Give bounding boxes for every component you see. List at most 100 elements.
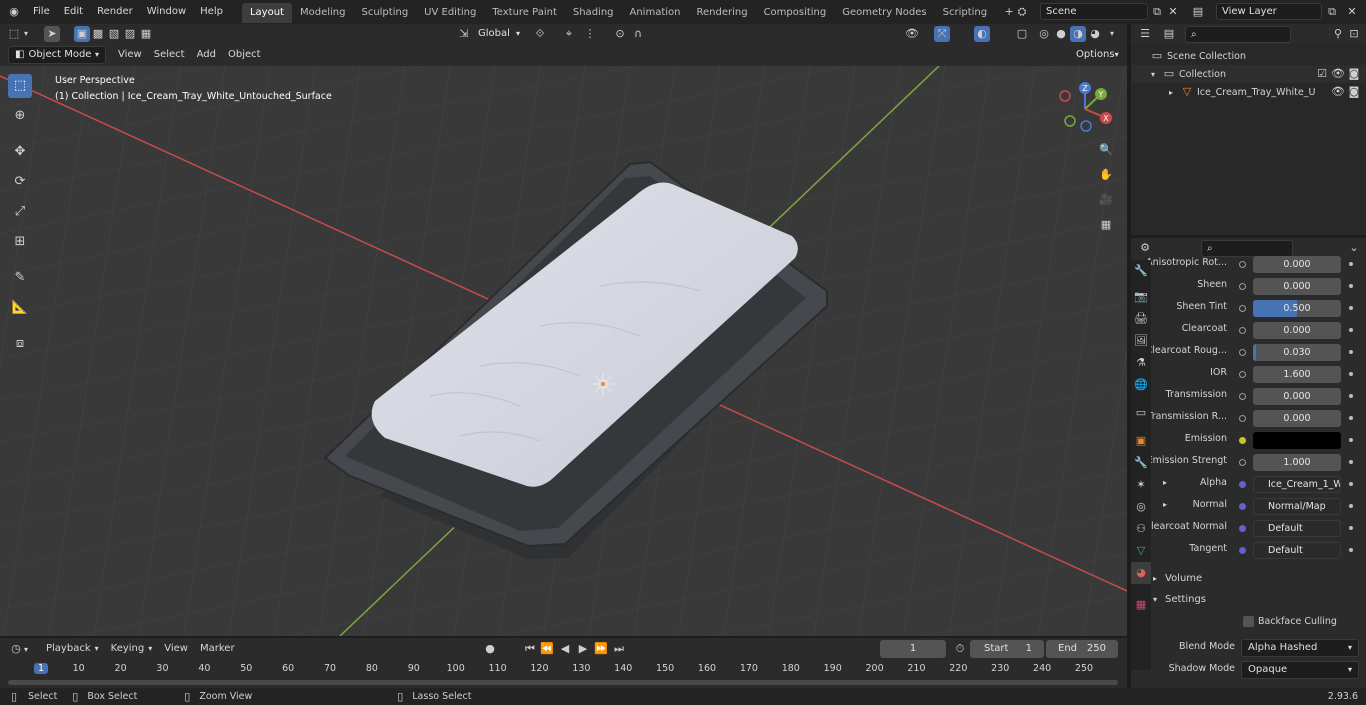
transform-orientation-dropdown[interactable]: Global ▾: [472, 25, 524, 43]
chevron-down-icon[interactable]: ▾: [22, 26, 30, 42]
menu-help[interactable]: Help: [193, 0, 230, 24]
display-mode-icon[interactable]: ▤: [1161, 26, 1177, 42]
eye-icon[interactable]: 👁: [1330, 84, 1346, 100]
select-tool-icon[interactable]: ➤: [44, 26, 60, 42]
keyframe-dot-icon[interactable]: [1349, 460, 1353, 464]
grid-perspective-icon[interactable]: ▦: [1098, 217, 1114, 233]
tab-uv-editing[interactable]: UV Editing: [416, 3, 484, 23]
vector-socket-icon[interactable]: [1239, 525, 1246, 532]
property-field[interactable]: 0.000: [1253, 256, 1341, 273]
pivot-point-icon[interactable]: ⟐: [532, 26, 548, 42]
property-field[interactable]: 0.000: [1253, 410, 1341, 427]
keyframe-dot-icon[interactable]: [1349, 416, 1353, 420]
keyframe-dot-icon[interactable]: [1349, 482, 1353, 486]
tab-rendering[interactable]: Rendering: [688, 3, 755, 23]
tab-sculpting[interactable]: Sculpting: [353, 3, 416, 23]
shading-options-icon[interactable]: ▾: [1104, 26, 1120, 42]
viewport-menu-add[interactable]: Add: [191, 46, 222, 64]
tab-texture-paint[interactable]: Texture Paint: [484, 3, 565, 23]
physics-tab-icon[interactable]: ◎: [1131, 496, 1151, 518]
property-field[interactable]: [1253, 432, 1341, 449]
solid-shading-icon[interactable]: ●: [1053, 26, 1069, 42]
color-socket-icon[interactable]: [1239, 437, 1246, 444]
camera-icon[interactable]: 🎥: [1098, 192, 1114, 208]
outliner-row-scene-collection[interactable]: ▭ Scene Collection: [1131, 47, 1366, 65]
property-field[interactable]: 0.000: [1253, 322, 1341, 339]
scene-tab-icon[interactable]: ⚗: [1131, 352, 1151, 374]
pan-hand-icon[interactable]: ✋: [1098, 167, 1114, 183]
scale-tool[interactable]: ⤢: [8, 200, 32, 224]
select-invert-icon[interactable]: ▨: [122, 26, 138, 42]
play-reverse-icon[interactable]: ◀: [557, 641, 573, 657]
select-subtract-icon[interactable]: ▧: [106, 26, 122, 42]
property-field[interactable]: 0.000: [1253, 278, 1341, 295]
select-new-icon[interactable]: ▣: [74, 26, 90, 42]
outliner-row-object[interactable]: ▸ ▽ Ice_Cream_Tray_White_U 👁 ◙: [1131, 83, 1366, 101]
start-frame-field[interactable]: Start 1: [970, 640, 1044, 658]
property-field[interactable]: 1.000: [1253, 454, 1341, 471]
timeline-menu-keying[interactable]: Keying ▾: [105, 640, 159, 658]
jump-start-icon[interactable]: ⏮: [522, 641, 538, 657]
data-tab-icon[interactable]: ▽: [1131, 540, 1151, 562]
annotate-tool[interactable]: ✎: [8, 266, 32, 290]
filter-icon[interactable]: ⚲: [1330, 26, 1346, 42]
property-field[interactable]: Default: [1253, 542, 1341, 559]
next-keyframe-icon[interactable]: ⏩: [593, 641, 609, 657]
select-extend-icon[interactable]: ▩: [90, 26, 106, 42]
play-icon[interactable]: ▶: [575, 641, 591, 657]
proportional-edit-icon[interactable]: ⊙: [612, 26, 628, 42]
measure-tool[interactable]: 📐: [8, 296, 32, 320]
record-icon[interactable]: ●: [482, 641, 498, 657]
viewport-menu-object[interactable]: Object: [222, 46, 267, 64]
texture-tab-icon[interactable]: ▦: [1131, 594, 1151, 616]
output-tab-icon[interactable]: 🖨: [1131, 308, 1151, 330]
particles-tab-icon[interactable]: ✶: [1131, 474, 1151, 496]
backface-culling-checkbox[interactable]: Backface Culling: [1243, 616, 1337, 627]
chevron-right-icon[interactable]: ▸: [1163, 500, 1167, 509]
add-cube-tool[interactable]: ⧈: [8, 332, 32, 356]
timeline-menu-view[interactable]: View: [158, 640, 194, 658]
chevron-down-icon[interactable]: ▾: [24, 645, 34, 654]
keyframe-dot-icon[interactable]: [1349, 548, 1353, 552]
wireframe-shading-icon[interactable]: ◎: [1036, 26, 1052, 42]
material-shading-icon[interactable]: ◑: [1070, 26, 1086, 42]
tab-compositing[interactable]: Compositing: [756, 3, 835, 23]
vector-socket-icon[interactable]: [1239, 503, 1246, 510]
timeline-menu-marker[interactable]: Marker: [194, 640, 241, 658]
outliner-row-collection[interactable]: ▾ ▭ Collection ☑ 👁 ◙: [1131, 65, 1366, 83]
camera-render-icon[interactable]: ◙: [1346, 84, 1362, 100]
tab-geometry-nodes[interactable]: Geometry Nodes: [834, 3, 934, 23]
move-tool[interactable]: ✥: [8, 140, 32, 164]
keyframe-dot-icon[interactable]: [1349, 394, 1353, 398]
socket-icon[interactable]: [1239, 459, 1246, 466]
outliner-search-input[interactable]: ⌕: [1185, 25, 1291, 43]
current-frame-field[interactable]: 1: [880, 640, 946, 658]
xray-toggle-icon[interactable]: ▢: [1014, 26, 1030, 42]
object-tab-icon[interactable]: ▣: [1131, 430, 1151, 452]
keyframe-dot-icon[interactable]: [1349, 306, 1353, 310]
menu-edit[interactable]: Edit: [57, 0, 90, 24]
material-tab-icon[interactable]: ◕: [1131, 562, 1151, 584]
keyframe-dot-icon[interactable]: [1349, 372, 1353, 376]
vector-socket-icon[interactable]: [1239, 481, 1246, 488]
tool-tab-icon[interactable]: 🔧: [1131, 260, 1151, 282]
keyframe-dot-icon[interactable]: [1349, 328, 1353, 332]
keyframe-dot-icon[interactable]: [1349, 262, 1353, 266]
render-tab-icon[interactable]: 📷: [1131, 286, 1151, 308]
view-layer-browse-icon[interactable]: ▤: [1190, 4, 1206, 20]
socket-icon[interactable]: [1239, 415, 1246, 422]
keyframe-dot-icon[interactable]: [1349, 504, 1353, 508]
tab-scripting[interactable]: Scripting: [935, 3, 995, 23]
editor-type-icon[interactable]: ⬚: [6, 26, 22, 42]
editor-type-icon[interactable]: ☰: [1137, 26, 1153, 42]
scene-copy-icon[interactable]: ⧉: [1149, 4, 1165, 20]
stopwatch-icon[interactable]: ⏱: [952, 641, 968, 657]
keyframe-dot-icon[interactable]: [1349, 438, 1353, 442]
tab-modeling[interactable]: Modeling: [292, 3, 354, 23]
scene-close-icon[interactable]: ✕: [1165, 4, 1181, 20]
overlay-toggle-icon[interactable]: ◐: [974, 26, 990, 42]
menu-render[interactable]: Render: [90, 0, 140, 24]
cursor-tool[interactable]: ⊕: [8, 104, 32, 128]
select-box-tool[interactable]: ⬚: [8, 74, 32, 98]
current-frame-marker[interactable]: 1: [33, 663, 49, 674]
